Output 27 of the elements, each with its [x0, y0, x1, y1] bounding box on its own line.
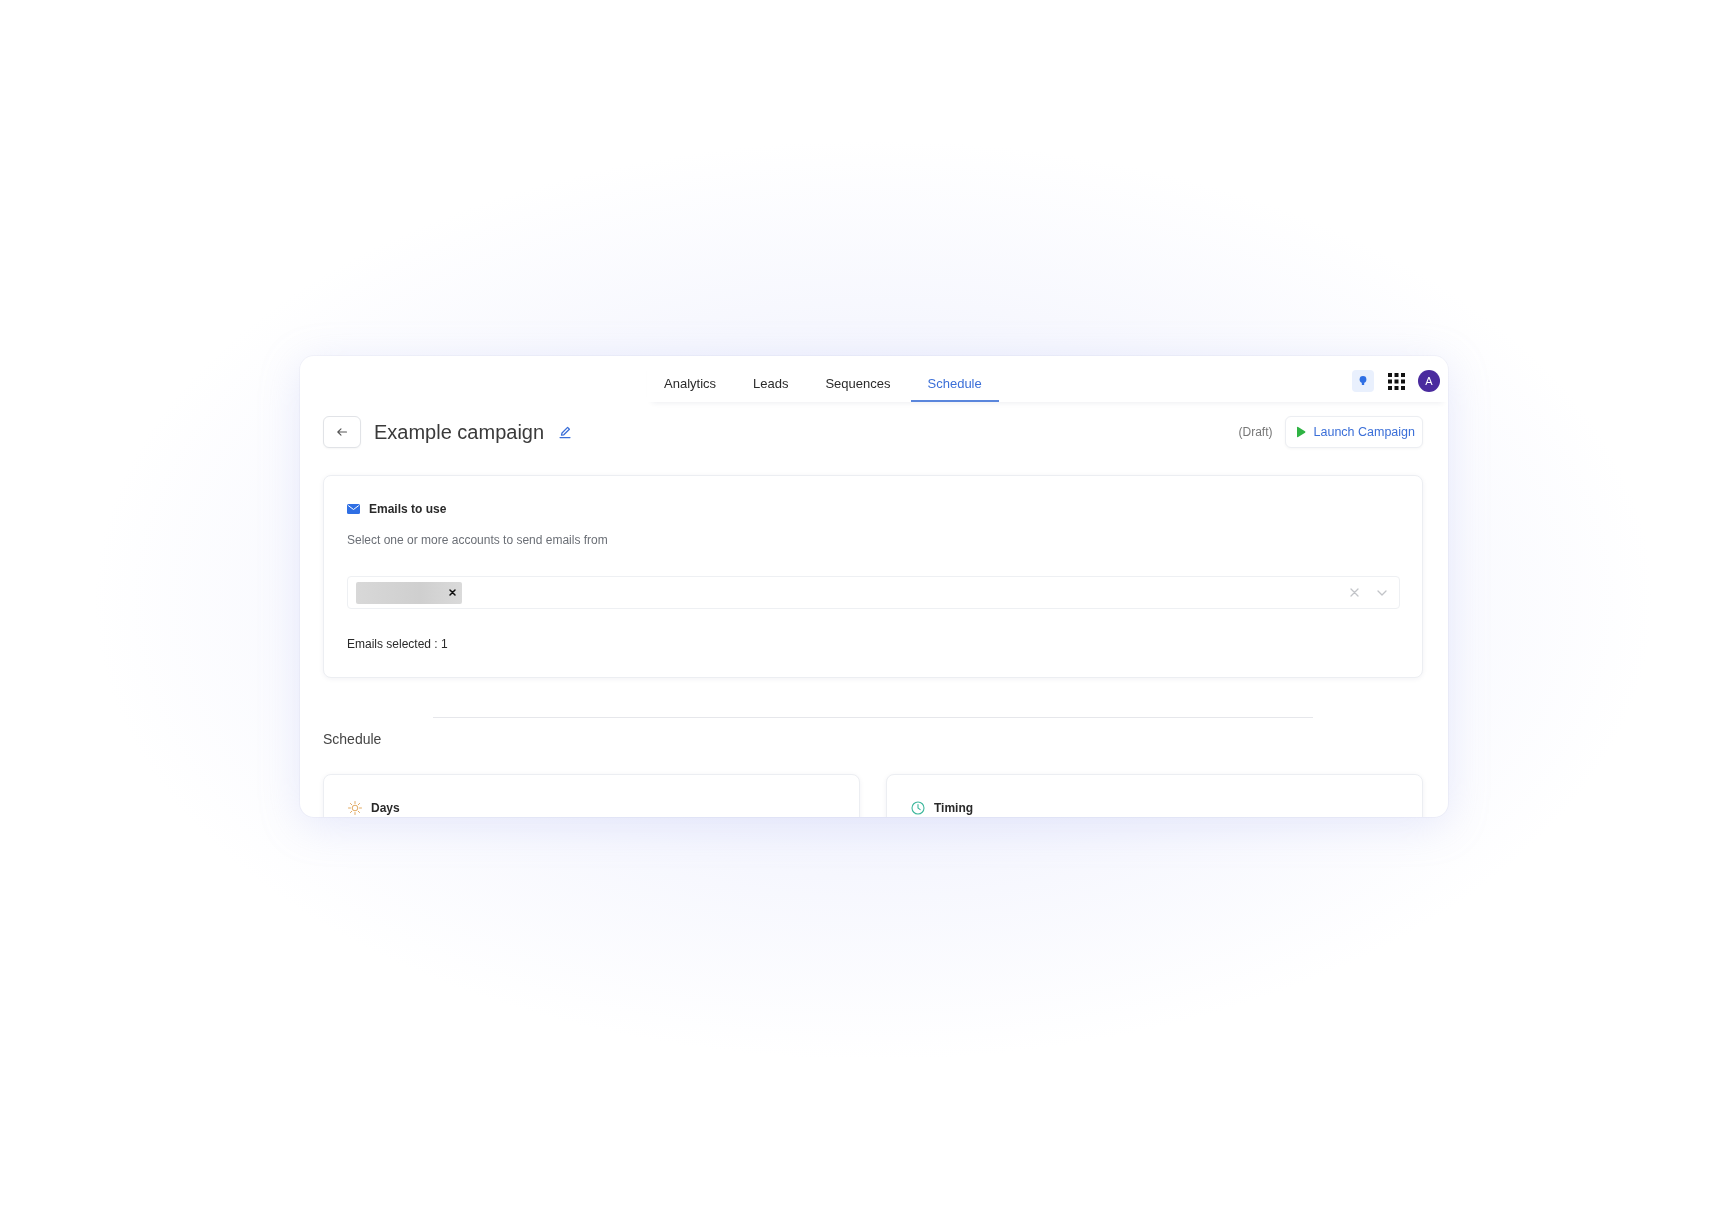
grid-icon[interactable]: [1388, 372, 1405, 390]
sun-icon: [348, 801, 362, 815]
back-button[interactable]: [323, 416, 361, 448]
tab[interactable]: Leads: [736, 356, 806, 402]
card-description: Select one or more accounts to send emails from: [347, 532, 609, 548]
card-title: Emails to use: [369, 502, 447, 516]
play-icon: [1295, 426, 1306, 438]
status-label: (Draft): [1238, 425, 1273, 439]
tab[interactable]: Schedule: [910, 356, 999, 402]
lightbulb-icon[interactable]: [1352, 370, 1374, 392]
clock-icon: [911, 801, 925, 815]
card-title: Timing: [934, 801, 974, 815]
clear-icon[interactable]: [1350, 588, 1359, 597]
launch-campaign-button[interactable]: Launch Campaign: [1284, 416, 1423, 448]
user-avatar[interactable]: A: [1418, 370, 1440, 392]
envelope-icon: [347, 504, 360, 514]
close-icon[interactable]: [449, 589, 456, 596]
section-heading: Schedule: [323, 730, 383, 748]
tab[interactable]: Analytics: [647, 356, 734, 402]
chevron-down-icon[interactable]: [1377, 589, 1387, 596]
campaign-title: Example campaign: [374, 420, 545, 444]
arrow-left-icon: [336, 426, 348, 438]
selected-count: Emails selected : 1: [347, 636, 449, 652]
account-select-field[interactable]: [347, 576, 1400, 609]
pencil-icon[interactable]: [558, 425, 573, 439]
card-title: Days: [371, 801, 400, 815]
tab[interactable]: Sequences: [808, 356, 908, 402]
